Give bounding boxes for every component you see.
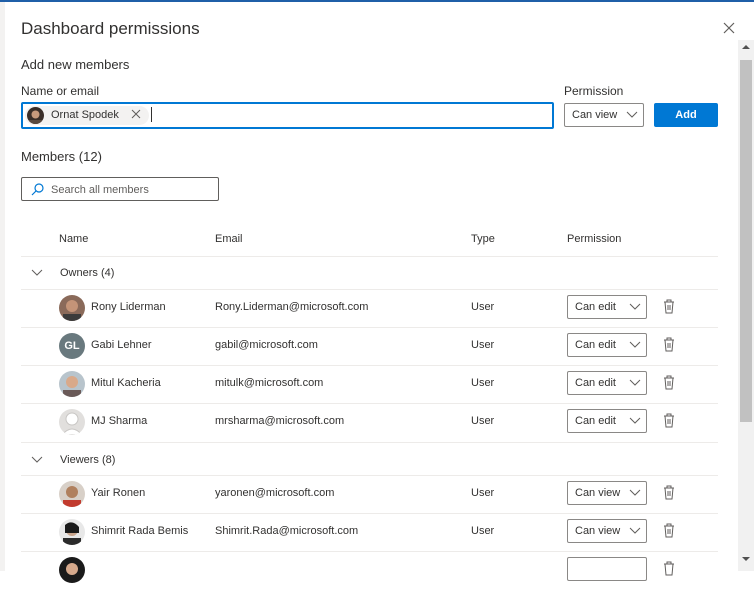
member-permission-dropdown[interactable]: Can view: [567, 481, 647, 505]
member-name: Rony Liderman: [91, 301, 166, 313]
dropdown-value: Can edit: [575, 301, 616, 313]
trash-icon[interactable]: [662, 298, 676, 314]
member-email: Rony.Liderman@microsoft.com: [215, 301, 369, 313]
dropdown-value: Can view: [572, 109, 618, 121]
member-email: gabil@microsoft.com: [215, 339, 318, 351]
scroll-thumb[interactable]: [740, 60, 752, 422]
avatar: [59, 295, 85, 321]
member-email: mitulk@microsoft.com: [215, 377, 324, 389]
close-icon[interactable]: [722, 21, 736, 35]
table-row-partial: [21, 551, 718, 589]
background-edge: [0, 2, 5, 571]
add-members-heading: Add new members: [21, 57, 130, 72]
divider: [21, 256, 718, 257]
scroll-up-arrow-icon[interactable]: [742, 45, 750, 49]
trash-icon[interactable]: [662, 412, 676, 428]
dropdown-value: Can edit: [575, 339, 616, 351]
avatar: [59, 481, 85, 507]
dropdown-value: Can edit: [575, 377, 616, 389]
remove-person-icon[interactable]: [131, 109, 141, 119]
member-permission-dropdown[interactable]: [567, 557, 647, 581]
vertical-scrollbar[interactable]: [738, 40, 754, 571]
members-heading: Members (12): [21, 149, 102, 164]
chip-avatar: [27, 107, 44, 124]
avatar: [59, 519, 85, 545]
member-email: Shimrit.Rada@microsoft.com: [215, 525, 359, 537]
search-members-input[interactable]: Search all members: [21, 177, 219, 201]
chevron-down-icon[interactable]: [31, 456, 43, 464]
add-button[interactable]: Add: [654, 103, 718, 127]
chevron-down-icon: [626, 111, 638, 118]
member-email: mrsharma@microsoft.com: [215, 415, 345, 427]
member-name: Mitul Kacheria: [91, 377, 161, 389]
table-row: Mitul Kacheria mitulk@microsoft.com User…: [21, 365, 718, 403]
window-top-border: [0, 0, 754, 2]
trash-icon[interactable]: [662, 374, 676, 390]
avatar: [59, 371, 85, 397]
member-name: Shimrit Rada Bemis: [91, 525, 189, 537]
selected-person-chip[interactable]: Ornat Spodek: [25, 106, 149, 125]
member-email: yaronen@microsoft.com: [215, 487, 335, 499]
member-permission-dropdown[interactable]: Can edit: [567, 295, 647, 319]
member-permission-dropdown[interactable]: Can view: [567, 519, 647, 543]
table-row: Rony Liderman Rony.Liderman@microsoft.co…: [21, 289, 718, 327]
member-type: User: [471, 377, 495, 389]
divider: [21, 442, 718, 443]
chevron-down-icon: [629, 303, 641, 310]
group-label: Viewers (8): [60, 454, 116, 466]
group-header-viewers: Viewers (8): [21, 451, 718, 471]
dropdown-value: Can view: [575, 525, 621, 537]
member-permission-dropdown[interactable]: Can edit: [567, 333, 647, 357]
column-header-permission: Permission: [567, 233, 622, 245]
trash-icon[interactable]: [662, 484, 676, 500]
column-header-email: Email: [215, 233, 243, 245]
trash-icon[interactable]: [662, 522, 676, 538]
member-permission-dropdown[interactable]: Can edit: [567, 371, 647, 395]
search-placeholder: Search all members: [51, 184, 149, 196]
dialog-title: Dashboard permissions: [21, 19, 200, 38]
chevron-down-icon: [629, 527, 641, 534]
table-row: GL Gabi Lehner gabil@microsoft.com User …: [21, 327, 718, 365]
member-type: User: [471, 415, 495, 427]
member-type: User: [471, 301, 495, 313]
permission-label: Permission: [564, 84, 624, 98]
avatar: [59, 409, 85, 435]
scroll-down-arrow-icon[interactable]: [742, 557, 750, 561]
member-name: MJ Sharma: [91, 415, 148, 427]
text-cursor: [151, 107, 152, 122]
member-type: User: [471, 487, 495, 499]
table-row: Yair Ronen yaronen@microsoft.com User Ca…: [21, 475, 718, 513]
group-header-owners: Owners (4): [21, 264, 718, 284]
dropdown-value: Can view: [575, 487, 621, 499]
chevron-down-icon: [629, 341, 641, 348]
chevron-down-icon: [629, 417, 641, 424]
trash-icon[interactable]: [662, 336, 676, 352]
people-picker-input[interactable]: Ornat Spodek: [21, 102, 554, 129]
chevron-down-icon: [629, 489, 641, 496]
table-row: MJ Sharma mrsharma@microsoft.com User Ca…: [21, 403, 718, 441]
search-icon: [31, 183, 44, 196]
avatar: GL: [59, 333, 85, 359]
column-header-name: Name: [59, 233, 89, 245]
member-type: User: [471, 525, 495, 537]
name-or-email-label: Name or email: [21, 84, 100, 98]
column-header-type: Type: [471, 233, 495, 245]
member-permission-dropdown[interactable]: Can edit: [567, 409, 647, 433]
member-name: Gabi Lehner: [91, 339, 152, 351]
member-name: Yair Ronen: [91, 487, 146, 499]
dropdown-value: Can edit: [575, 415, 616, 427]
new-member-permission-dropdown[interactable]: Can view: [564, 103, 644, 127]
group-label: Owners (4): [60, 267, 115, 279]
selected-person-name: Ornat Spodek: [51, 109, 119, 121]
table-row: Shimrit Rada Bemis Shimrit.Rada@microsof…: [21, 513, 718, 551]
chevron-down-icon[interactable]: [31, 269, 43, 277]
member-type: User: [471, 339, 495, 351]
chevron-down-icon: [629, 379, 641, 386]
avatar: [59, 557, 85, 583]
trash-icon[interactable]: [662, 560, 676, 576]
